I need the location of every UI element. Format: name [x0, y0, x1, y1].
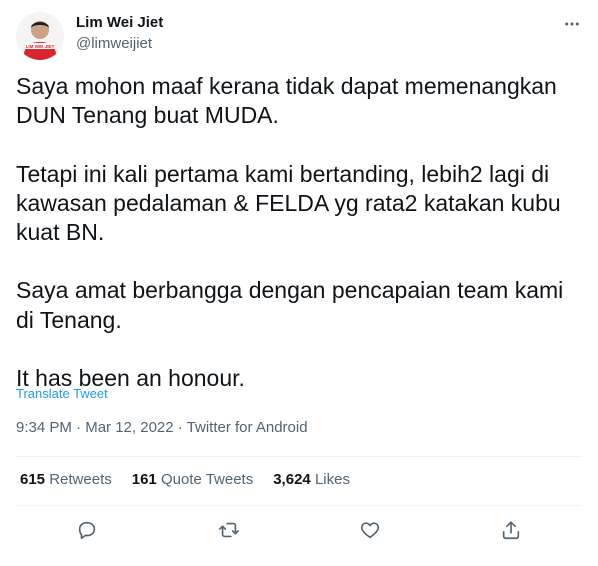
quote-tweets-label: Quote Tweets — [160, 471, 254, 488]
tweet-card: LIM WEI JIET Lim Wei Jiet @limweijiet Sa… — [0, 0, 598, 566]
share-button[interactable] — [494, 513, 528, 547]
action-bar — [16, 513, 582, 547]
paragraph-spacer — [16, 131, 586, 160]
meta-separator: · — [71, 419, 86, 436]
more-button[interactable] — [560, 12, 584, 36]
quote-tweets-stat[interactable]: 161 Quote Tweets — [132, 470, 253, 490]
avatar[interactable]: LIM WEI JIET — [16, 12, 64, 60]
divider — [16, 505, 582, 506]
tweet-text: Saya mohon maaf kerana tidak dapat memen… — [16, 72, 586, 393]
like-icon — [360, 522, 380, 539]
likes-stat[interactable]: 3,624 Likes — [273, 470, 350, 490]
paragraph-spacer — [16, 335, 586, 364]
tweet-paragraph-1: Saya mohon maaf kerana tidak dapat memen… — [16, 73, 557, 129]
author-name[interactable]: Lim Wei Jiet — [76, 13, 163, 33]
retweets-count: 615 — [20, 471, 46, 488]
likes-count: 3,624 — [273, 471, 311, 488]
avatar-image: LIM WEI JIET — [16, 12, 64, 60]
retweets-stat[interactable]: 615 Retweets — [20, 470, 112, 490]
share-icon — [502, 521, 520, 540]
tweet-date[interactable]: Mar 12, 2022 — [85, 419, 173, 436]
likes-label: Likes — [314, 471, 350, 488]
divider — [16, 456, 582, 457]
reply-button[interactable] — [70, 513, 104, 547]
avatar-text: LIM WEI JIET — [26, 44, 55, 49]
retweet-button[interactable] — [212, 513, 246, 547]
tweet-paragraph-3: Saya amat berbangga dengan pencapaian te… — [16, 277, 564, 333]
tweet-time[interactable]: 9:34 PM — [16, 419, 72, 436]
paragraph-spacer — [16, 247, 586, 276]
tweet-stats: 615 Retweets 161 Quote Tweets 3,624 Like… — [20, 470, 350, 490]
tweet-meta: 9:34 PM · Mar 12, 2022 · Twitter for And… — [16, 418, 308, 438]
translate-tweet-link[interactable]: Translate Tweet — [16, 386, 108, 402]
retweet-icon — [219, 522, 239, 538]
retweets-label: Retweets — [49, 471, 112, 488]
reply-icon — [78, 521, 96, 540]
author-handle[interactable]: @limweijiet — [76, 34, 152, 54]
like-button[interactable] — [353, 513, 387, 547]
more-icon — [565, 22, 579, 26]
quote-tweets-count: 161 — [131, 471, 157, 488]
tweet-source[interactable]: Twitter for Android — [187, 419, 308, 436]
meta-separator: · — [173, 419, 187, 436]
tweet-paragraph-2: Tetapi ini kali pertama kami bertanding,… — [16, 160, 561, 246]
